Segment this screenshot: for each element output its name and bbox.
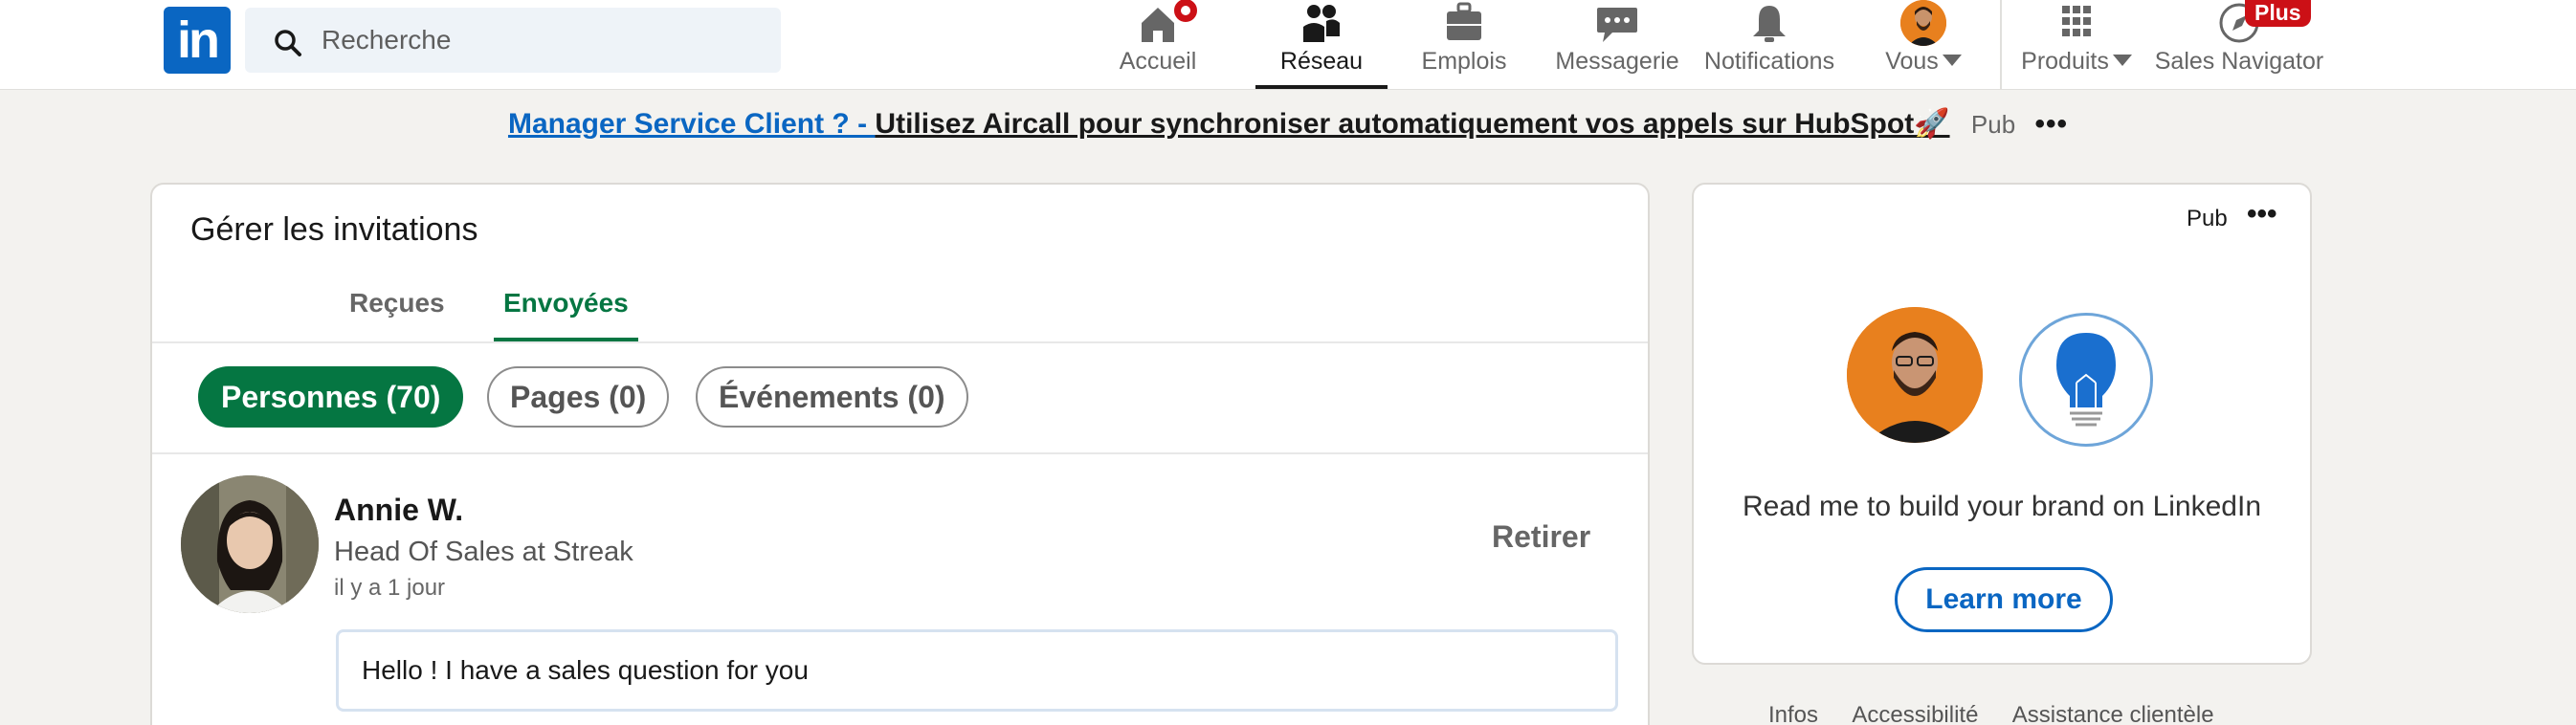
nav-products-label: Produits	[2017, 48, 2136, 76]
manage-invitations-card: Gérer les invitations Reçues Envoyées Pe…	[150, 183, 1650, 725]
nav-home-label: Accueil	[1119, 48, 1197, 75]
invitation-message: Hello ! I have a sales question for you	[336, 629, 1618, 712]
filter-people[interactable]: Personnes (70)	[198, 366, 464, 428]
divider	[152, 452, 1648, 454]
banner-pub-label: Pub	[1970, 110, 2016, 139]
search-icon	[275, 30, 301, 56]
withdraw-button[interactable]: Retirer	[1492, 519, 1590, 555]
people-icon	[1303, 5, 1340, 42]
ad-person-avatar	[1847, 307, 1983, 443]
user-avatar	[1900, 0, 1946, 46]
nav-network[interactable]: Réseau	[1255, 0, 1388, 90]
lightbulb-icon	[2056, 333, 2116, 427]
footer-links: Infos Accessibilité Assistance clientèle	[1768, 702, 2243, 725]
chevron-down-icon	[2112, 55, 2132, 67]
search-input[interactable]	[322, 8, 762, 73]
profile-photo[interactable]	[181, 475, 319, 613]
nav-home[interactable]: Accueil	[1110, 0, 1206, 90]
bell-icon	[1753, 6, 1786, 42]
ad-pub-label: Pub	[2187, 206, 2228, 231]
more-options-icon[interactable]: •••	[2035, 108, 2069, 141]
linkedin-logo[interactable]: in	[164, 7, 231, 74]
footer-link-about[interactable]: Infos	[1768, 702, 1818, 725]
company-logo	[2019, 313, 2153, 447]
banner-text[interactable]: Utilisez Aircall pour synchroniser autom…	[875, 108, 1949, 140]
briefcase-icon	[1447, 2, 1481, 40]
search-bar[interactable]	[245, 8, 781, 73]
chevron-down-icon	[1942, 55, 1962, 67]
nav-sales-navigator-label: Sales Navigator	[2154, 48, 2324, 75]
filter-pages[interactable]: Pages (0)	[487, 366, 670, 428]
tab-sent[interactable]: Envoyées	[494, 288, 638, 341]
person-headline: Head Of Sales at Streak	[334, 537, 633, 567]
sent-time: il y a 1 jour	[334, 575, 446, 601]
nav-divider	[2000, 0, 2002, 90]
banner-link[interactable]: Manager Service Client ? -	[508, 108, 875, 140]
nav-notifications[interactable]: Notifications	[1698, 0, 1841, 90]
nav-me-menu[interactable]: Vous	[1871, 0, 1976, 90]
nav-network-label: Réseau	[1279, 48, 1364, 75]
sidebar-ad-card: Pub ••• Read me to build your brand on L…	[1692, 183, 2312, 665]
ad-headline: Read me to build your brand on LinkedIn	[1742, 491, 2262, 522]
nav-notifications-label: Notifications	[1703, 48, 1835, 75]
footer-link-help[interactable]: Assistance clientèle	[2012, 702, 2214, 725]
person-name[interactable]: Annie W.	[334, 493, 463, 528]
nav-jobs-label: Emplois	[1421, 48, 1507, 75]
premium-plus-badge: Plus	[2245, 0, 2311, 27]
filter-events[interactable]: Événements (0)	[696, 366, 968, 428]
nav-messaging[interactable]: Messagerie	[1550, 0, 1684, 90]
nav-me-label: Vous	[1871, 48, 1976, 76]
footer-link-accessibility[interactable]: Accessibilité	[1852, 702, 1978, 725]
grid-icon	[2062, 6, 2091, 36]
promoted-banner: Manager Service Client ? - Utilisez Airc…	[0, 107, 2576, 165]
nav-jobs[interactable]: Emplois	[1416, 0, 1512, 90]
tab-received[interactable]: Reçues	[340, 288, 455, 341]
nav-messaging-label: Messagerie	[1555, 48, 1679, 75]
notification-badge	[1171, 0, 1200, 25]
active-tab-indicator	[1255, 85, 1388, 89]
learn-more-button[interactable]: Learn more	[1895, 567, 2113, 632]
divider	[152, 341, 1648, 343]
page-title: Gérer les invitations	[190, 211, 478, 248]
top-navbar: in Accueil Réseau Emplois	[0, 0, 2576, 90]
chat-icon	[1597, 8, 1637, 42]
more-options-icon[interactable]: •••	[2247, 198, 2277, 231]
nav-products[interactable]: Produits	[2017, 0, 2136, 90]
